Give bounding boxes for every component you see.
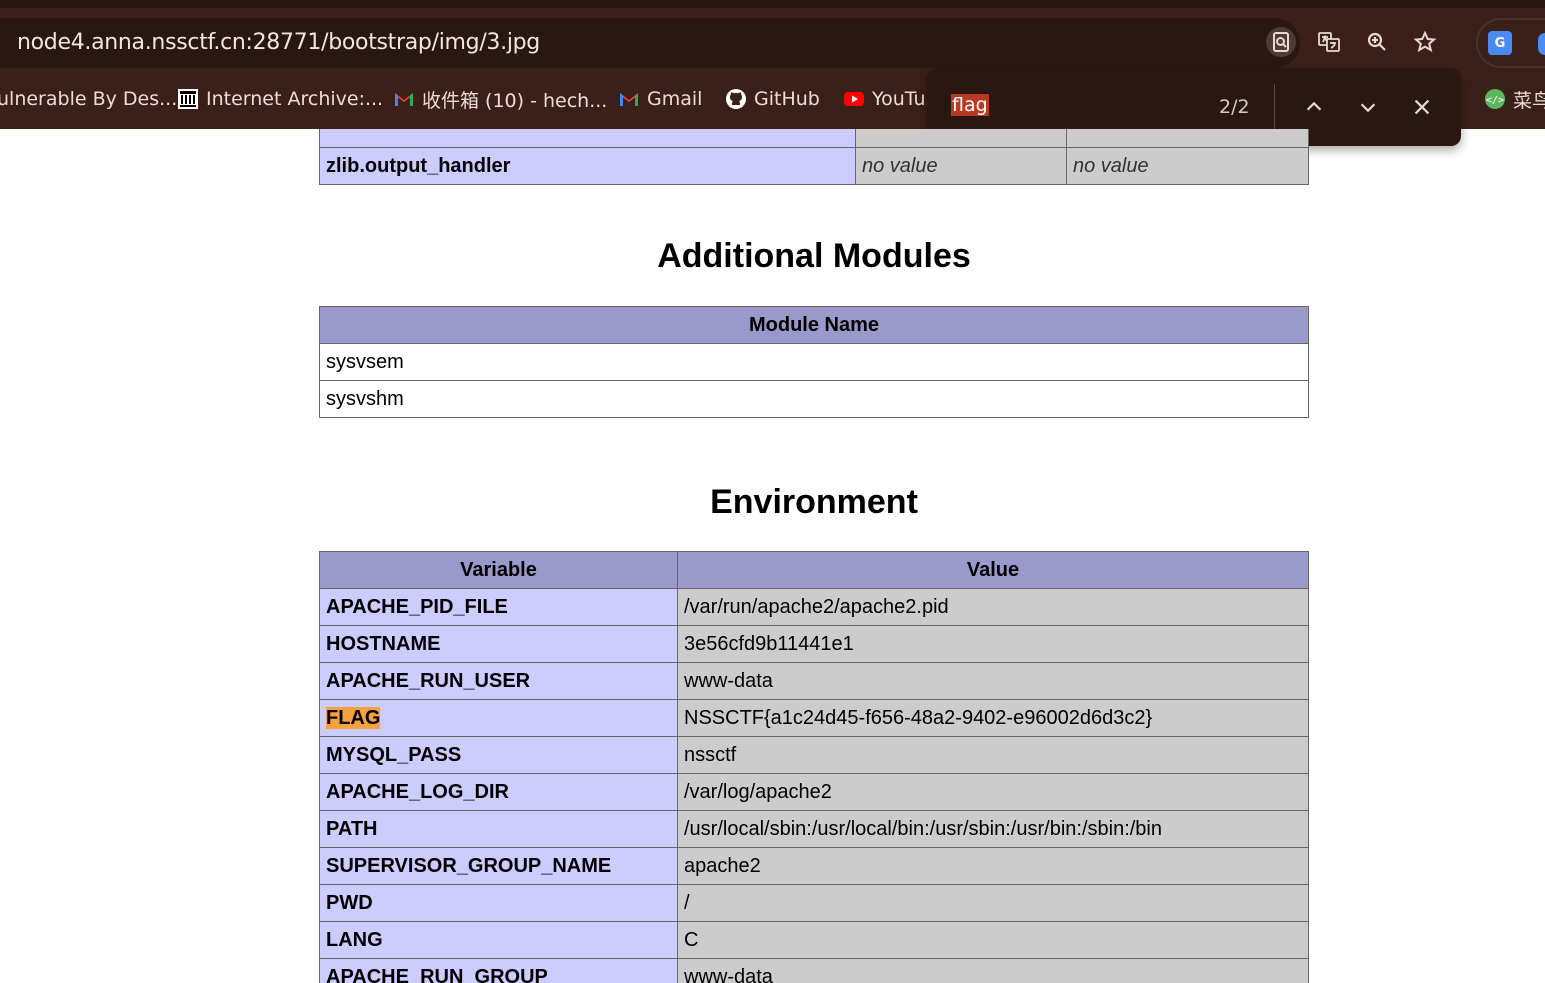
bookmark-gmail[interactable]: Gmail	[618, 86, 702, 112]
local-value: no value	[855, 147, 1067, 185]
table-row: zlib.output_handler no value no value	[319, 147, 1309, 185]
column-header: Variable	[319, 551, 678, 589]
bookmark-runoob[interactable]: </> 菜鸟	[1484, 86, 1545, 112]
env-variable-value: nssctf	[677, 736, 1309, 774]
youtube-icon	[843, 88, 865, 110]
env-variable-value: /usr/local/sbin:/usr/local/bin:/usr/sbin…	[677, 810, 1309, 848]
table-row: APACHE_RUN_GROUP www-data	[319, 958, 1309, 983]
table-row: APACHE_RUN_USER www-data	[319, 662, 1309, 700]
find-next-button[interactable]	[1353, 92, 1383, 122]
column-header: Value	[677, 551, 1309, 589]
extension-icon[interactable]	[1538, 33, 1545, 55]
env-variable-name: PATH	[319, 810, 678, 848]
env-variable-value: C	[677, 921, 1309, 959]
module-name: sysvshm	[319, 380, 1309, 418]
column-header: Module Name	[319, 306, 1309, 344]
bookmark-vulnhub[interactable]: ulnerable By Des...	[0, 86, 177, 112]
table-row: SUPERVISOR_GROUP_NAME apache2	[319, 847, 1309, 885]
table-row: FLAG NSSCTF{a1c24d45-f656-48a2-9402-e960…	[319, 699, 1309, 737]
section-heading: Environment	[710, 483, 918, 521]
env-variable-name: SUPERVISOR_GROUP_NAME	[319, 847, 678, 885]
env-variable-name: PWD	[319, 884, 678, 922]
zoom-icon[interactable]	[1362, 27, 1392, 57]
bookmark-label: ulnerable By Des...	[0, 88, 178, 110]
bookmark-label: Gmail	[647, 88, 703, 110]
bookmark-label: 菜鸟	[1513, 89, 1545, 112]
env-variable-value: /var/log/apache2	[677, 773, 1309, 811]
config-table: zlib.output_handler no value no value	[319, 129, 1309, 185]
url-text[interactable]: node4.anna.nssctf.cn:28771/bootstrap/img…	[17, 30, 540, 55]
table-row: APACHE_LOG_DIR /var/log/apache2	[319, 773, 1309, 811]
table-row	[319, 129, 1309, 148]
env-variable-name: APACHE_PID_FILE	[319, 588, 678, 626]
page-content: zlib.output_handler no value no value Ad…	[0, 129, 1545, 983]
table-row: sysvsem	[319, 343, 1309, 381]
env-variable-name: APACHE_RUN_GROUP	[319, 958, 678, 983]
tab-strip	[0, 0, 1545, 8]
table-row: PWD /	[319, 884, 1309, 922]
runoob-icon: </>	[1484, 88, 1506, 110]
environment-table: Variable Value APACHE_PID_FILE /var/run/…	[319, 551, 1309, 983]
bookmark-label: 收件箱 (10) - hech...	[422, 89, 608, 112]
bookmark-label: YouTu	[872, 88, 926, 110]
env-variable-value: 3e56cfd9b11441e1	[677, 625, 1309, 663]
bookmark-label: GitHub	[754, 88, 820, 110]
divider	[1274, 84, 1275, 130]
table-header-row: Module Name	[319, 306, 1309, 344]
table-header-row: Variable Value	[319, 551, 1309, 589]
env-variable-name: FLAG	[319, 699, 678, 737]
find-match-highlight: FLAG	[326, 706, 381, 729]
table-row: MYSQL_PASS nssctf	[319, 736, 1309, 774]
find-input[interactable]: flag	[951, 94, 989, 116]
env-variable-name: APACHE_LOG_DIR	[319, 773, 678, 811]
translate-icon[interactable]	[1314, 27, 1344, 57]
bookmark-inbox[interactable]: 收件箱 (10) - hech...	[393, 86, 607, 112]
env-variable-value: /var/run/apache2/apache2.pid	[677, 588, 1309, 626]
gmail-icon	[618, 88, 640, 110]
env-variable-value: apache2	[677, 847, 1309, 885]
find-previous-button[interactable]	[1299, 92, 1329, 122]
env-variable-value: www-data	[677, 958, 1309, 983]
env-variable-value: www-data	[677, 662, 1309, 700]
find-match-count: 2/2	[1219, 96, 1250, 118]
page-search-icon[interactable]	[1266, 27, 1296, 57]
bookmark-star-icon[interactable]	[1410, 27, 1440, 57]
chevron-down-icon	[1360, 103, 1376, 113]
section-heading: Additional Modules	[657, 237, 971, 275]
table-row: PATH /usr/local/sbin:/usr/local/bin:/usr…	[319, 810, 1309, 848]
env-variable-value: /	[677, 884, 1309, 922]
master-value: no value	[1066, 147, 1309, 185]
bookmark-github[interactable]: GitHub	[725, 86, 820, 112]
archive-icon	[177, 88, 199, 110]
env-variable-value: NSSCTF{a1c24d45-f656-48a2-9402-e96002d6d…	[677, 699, 1309, 737]
find-query: flag	[951, 94, 989, 116]
google-translate-extension-icon[interactable]: G	[1488, 31, 1512, 55]
env-variable-name: MYSQL_PASS	[319, 736, 678, 774]
gmail-icon	[393, 88, 415, 110]
module-name: sysvsem	[319, 343, 1309, 381]
chevron-up-icon	[1306, 101, 1322, 111]
env-variable-name: APACHE_RUN_USER	[319, 662, 678, 700]
env-variable-name: LANG	[319, 921, 678, 959]
table-row: APACHE_PID_FILE /var/run/apache2/apache2…	[319, 588, 1309, 626]
svg-text:</>: </>	[1486, 95, 1504, 106]
close-icon	[1414, 99, 1430, 115]
modules-table: Module Name sysvsem sysvshm	[319, 306, 1309, 418]
bookmark-internet-archive[interactable]: Internet Archive:...	[177, 86, 383, 112]
table-row: sysvshm	[319, 380, 1309, 418]
find-close-button[interactable]	[1407, 92, 1437, 122]
bookmark-youtube[interactable]: YouTu	[843, 86, 926, 112]
table-row: HOSTNAME 3e56cfd9b11441e1	[319, 625, 1309, 663]
table-row: LANG C	[319, 921, 1309, 959]
github-icon	[725, 88, 747, 110]
directive-name: zlib.output_handler	[319, 147, 856, 185]
bookmark-label: Internet Archive:...	[206, 88, 384, 110]
env-variable-name: HOSTNAME	[319, 625, 678, 663]
